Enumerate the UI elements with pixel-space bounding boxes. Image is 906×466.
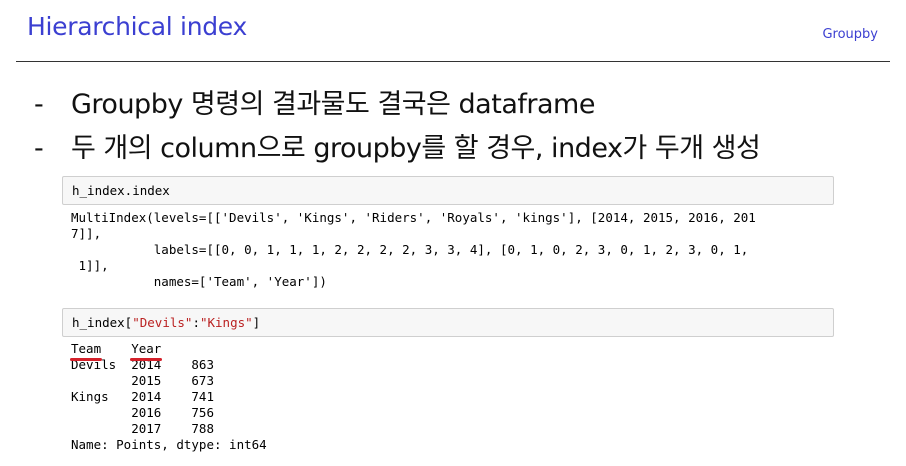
code-text: h_index.index [72, 183, 170, 198]
cell-output-slice: Team Year Devils 2014 863 2015 673 Kings … [69, 341, 267, 453]
index-name-team: Team [69, 341, 103, 361]
code-cell-index[interactable]: h_index.index [62, 176, 834, 205]
string-literal: "Devils" [132, 315, 193, 330]
string-literal: "Kings" [199, 315, 253, 330]
bullet-dash: - [34, 89, 44, 120]
code-suffix: ] [252, 315, 261, 330]
bullet-item: - Groupby 명령의 결과물도 결국은 dataframe [34, 82, 896, 126]
section-label: Groupby [822, 27, 878, 42]
code-colon: : [192, 315, 200, 330]
code-prefix: h_index[ [72, 315, 133, 330]
slide-title: Hierarchical index [27, 12, 247, 41]
bullet-list: - Groupby 명령의 결과물도 결국은 dataframe - 두 개의 … [34, 82, 896, 170]
bullet-text: 두 개의 column으로 groupby를 할 경우, index가 두개 생… [71, 133, 761, 164]
code-cell-slice[interactable]: h_index["Devils":"Kings"] [62, 308, 834, 337]
output-header-row: Team Year [69, 341, 267, 361]
bullet-dash: - [34, 133, 44, 164]
bullet-item: - 두 개의 column으로 groupby를 할 경우, index가 두개… [34, 126, 896, 170]
index-name-year: Year [130, 341, 163, 361]
title-divider [16, 61, 890, 62]
output-rows: Devils 2014 863 2015 673 Kings 2014 741 … [71, 357, 267, 452]
bullet-text: Groupby 명령의 결과물도 결국은 dataframe [71, 89, 595, 120]
cell-output-index: MultiIndex(levels=[['Devils', 'Kings', '… [71, 210, 756, 289]
